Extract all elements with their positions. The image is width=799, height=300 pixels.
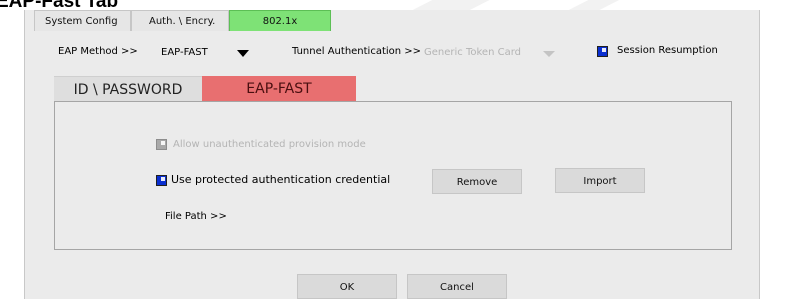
tab-id-password[interactable]: ID \ PASSWORD (54, 76, 202, 102)
tab-auth-encry[interactable]: Auth. \ Encry. (131, 10, 229, 31)
file-path-label: File Path >> (165, 211, 227, 222)
sub-tab-bar: ID \ PASSWORD EAP-FAST (54, 76, 356, 102)
eap-method-label: EAP Method >> (58, 46, 138, 57)
use-protected-credential-label: Use protected authentication credential (171, 173, 391, 186)
top-tab-bar: System Config Auth. \ Encry. 802.1x (34, 10, 331, 31)
cancel-button[interactable]: Cancel (407, 274, 507, 299)
tab-8021x[interactable]: 802.1x (229, 10, 331, 31)
session-resumption-label: Session Resumption (617, 45, 718, 56)
chevron-down-icon (543, 51, 555, 57)
use-protected-credential-checkbox[interactable] (156, 175, 167, 186)
tunnel-authentication-select[interactable]: Generic Token Card (424, 47, 521, 58)
ok-button[interactable]: OK (297, 274, 397, 299)
tab-system-config[interactable]: System Config (34, 10, 131, 31)
tab-eap-fast[interactable]: EAP-FAST (202, 76, 356, 102)
session-resumption-checkbox[interactable] (597, 46, 608, 57)
allow-unauth-checkbox (156, 139, 167, 150)
eap-method-select[interactable]: EAP-FAST (161, 47, 208, 58)
import-button[interactable]: Import (555, 168, 645, 193)
remove-button[interactable]: Remove (432, 169, 522, 194)
allow-unauth-label: Allow unauthenticated provision mode (173, 139, 366, 150)
tunnel-authentication-label: Tunnel Authentication >> (292, 46, 422, 57)
chevron-down-icon[interactable] (237, 50, 249, 57)
